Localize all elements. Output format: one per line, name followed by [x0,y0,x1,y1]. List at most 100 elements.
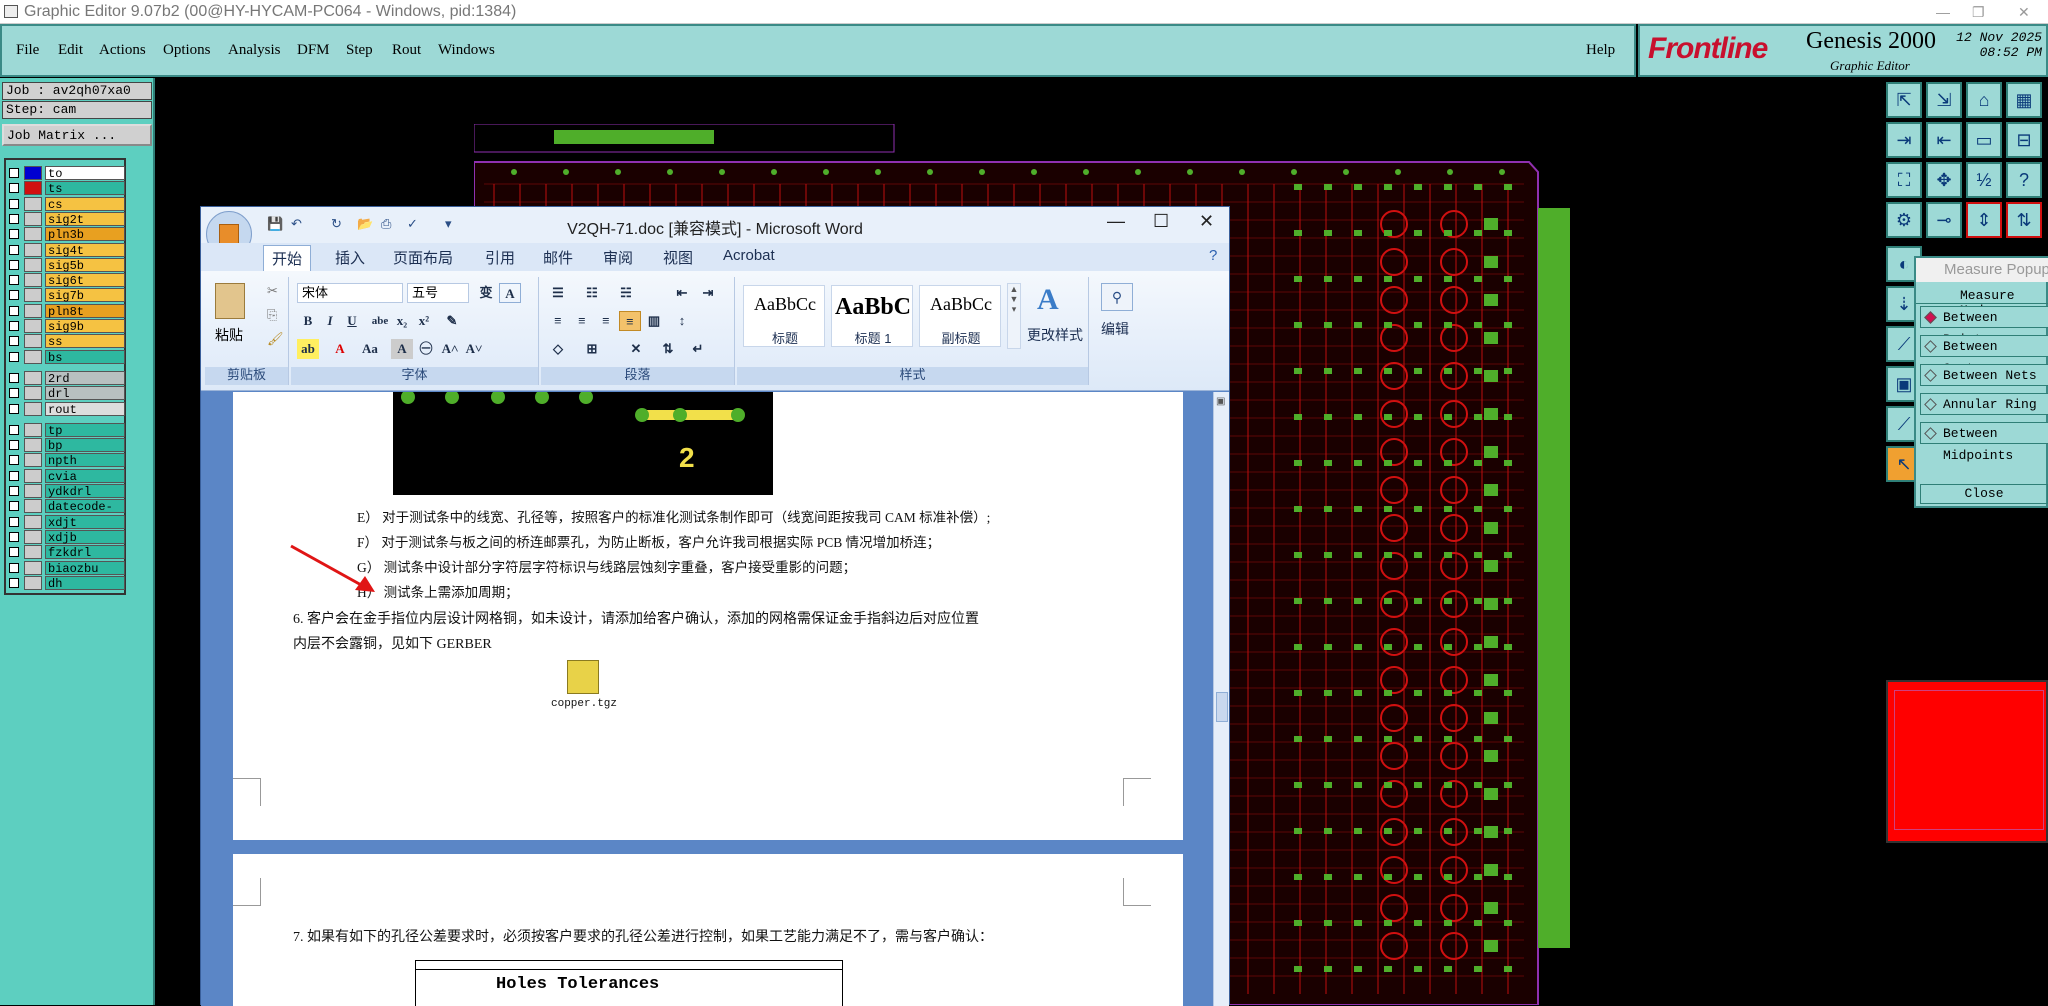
option-between-midpoints[interactable]: Between Midpoints [1920,422,2048,463]
layer-row[interactable]: dh [9,575,125,591]
layer-name[interactable]: ss [45,334,125,349]
layer-row[interactable]: bs [9,349,125,365]
layer-name[interactable]: sig4t [45,242,125,258]
layer-checkbox[interactable] [9,351,19,362]
layer-checkbox[interactable] [9,244,19,255]
layer-checkbox[interactable] [9,213,19,224]
layer-name[interactable]: sig6t [45,273,125,288]
layer-name[interactable]: 2rd [45,370,125,386]
sort-icon[interactable]: ✕ [625,339,647,359]
layer-color-swatch[interactable] [24,575,42,590]
char-border-icon[interactable]: A [499,283,521,303]
tab-view[interactable]: 视图 [663,247,693,268]
layer-color-swatch[interactable] [24,334,42,349]
layer-row[interactable]: ss [9,334,125,349]
layer-row[interactable]: bp [9,438,125,453]
bullets-icon[interactable]: ☰ [547,283,569,303]
distribute-icon[interactable]: ▥ [643,311,665,331]
font-size-select[interactable]: 五号 [407,283,469,303]
layer-color-swatch[interactable] [24,273,42,288]
layer-row[interactable]: drl [9,386,125,401]
layer-color-swatch[interactable] [24,319,42,333]
layer-checkbox[interactable] [9,531,19,542]
increase-indent-icon[interactable]: ⇥ [697,283,719,303]
layer-name[interactable]: dh [45,575,125,591]
align-left-icon[interactable]: ≡ [547,311,569,331]
layer-name[interactable]: datecode-pth [45,499,125,528]
compare-icon[interactable]: ⇅ [2006,202,2042,238]
font-grow-icon[interactable]: 变 [475,283,497,303]
layer-name[interactable]: tp [45,422,125,438]
layer-color-swatch[interactable] [24,560,42,575]
layer-checkbox[interactable] [9,305,19,316]
layer-row[interactable]: ydkdrl [9,484,125,499]
layer-name[interactable]: biaozbu [45,560,125,576]
layer-color-swatch[interactable] [24,211,42,226]
word-maximize-icon[interactable]: ☐ [1153,211,1169,232]
layer-row[interactable]: sig4t [9,242,125,258]
out-icon[interactable]: ⇤ [1926,122,1962,158]
align-center-icon[interactable]: ≡ [571,311,593,331]
paste-icon[interactable] [215,283,245,319]
char-shading-icon[interactable]: A [391,339,413,359]
layer-row[interactable]: pln8t [9,303,125,319]
in-icon[interactable]: ⇥ [1886,122,1922,158]
layer-name[interactable]: sig7b [45,288,125,303]
borders-icon[interactable]: ⊞ [581,339,603,359]
option-between-nets[interactable]: Between Nets [1920,364,2048,386]
layer-name[interactable]: fzkdrl [45,545,125,560]
job-matrix-button[interactable]: Job Matrix ... [2,124,152,146]
settings-icon[interactable]: ⚙ [1886,202,1922,238]
layer-color-swatch[interactable] [24,422,42,437]
open-icon[interactable]: ⇱ [1886,82,1922,118]
split-icon[interactable]: ⊟ [2006,122,2042,158]
layer-name[interactable]: drl [45,386,125,401]
layer-row[interactable]: cs [9,196,125,212]
highlight-icon[interactable]: ab [297,339,319,359]
layer-name[interactable]: pln8t [45,303,125,319]
layer-color-swatch[interactable] [24,349,42,364]
layer-color-swatch[interactable] [24,166,42,180]
scale-icon[interactable]: ½ [1966,162,2002,198]
word-minimize-icon[interactable]: — [1107,211,1125,232]
underline-icon[interactable]: U [341,311,363,331]
grow-font-icon[interactable]: A˄ [439,339,461,359]
qa-customize-icon[interactable]: ▾ [445,216,452,232]
layer-name[interactable]: bs [45,349,125,365]
save-icon[interactable]: ⇲ [1926,82,1962,118]
shrink-font-icon[interactable]: A˅ [463,339,485,359]
option-between-contours[interactable]: Between Contours [1920,335,2048,376]
layer-row[interactable]: sig6t [9,273,125,288]
layer-row[interactable]: sig9b [9,319,125,334]
layer-checkbox[interactable] [9,290,19,301]
menu-help[interactable]: Help [1586,42,1615,59]
restore-icon[interactable]: ❐ [1972,0,1985,24]
tab-home[interactable]: 开始 [263,245,312,271]
ruler-toggle-icon[interactable]: ▣ [1216,396,1225,407]
line-spacing-icon[interactable]: ↕ [671,311,693,331]
layer-row[interactable]: fzkdrl [9,545,125,560]
qa-undo-icon[interactable]: ↶ [291,216,302,232]
cut-icon[interactable]: ✂ [267,283,278,299]
copy-icon[interactable]: ⎘ [267,307,277,323]
layer-name[interactable]: xdjb [45,529,125,545]
layer-color-swatch[interactable] [24,453,42,468]
qa-save-icon[interactable]: 💾 [267,216,283,232]
layer-color-swatch[interactable] [24,242,42,257]
attachment-name[interactable]: copper.tgz [551,698,617,710]
layer-name[interactable]: sig2t [45,211,125,227]
layer-row[interactable]: 2rd [9,370,125,386]
pan-icon[interactable]: ✥ [1926,162,1962,198]
align-right-icon[interactable]: ≡ [595,311,617,331]
layer-checkbox[interactable] [9,577,19,588]
layer-color-swatch[interactable] [24,303,42,318]
overview-map[interactable] [1886,680,2048,843]
layer-row[interactable]: sig5b [9,257,125,273]
layer-row[interactable]: rout [9,401,125,417]
layer-row[interactable]: to [9,166,125,181]
change-styles-icon[interactable]: A [1037,283,1059,317]
edit-button[interactable]: 编辑 [1101,319,1129,339]
layer-row[interactable]: datecode-pth [9,499,125,528]
menu-dfm[interactable]: DFM [297,42,330,59]
layer-color-swatch[interactable] [24,468,42,483]
